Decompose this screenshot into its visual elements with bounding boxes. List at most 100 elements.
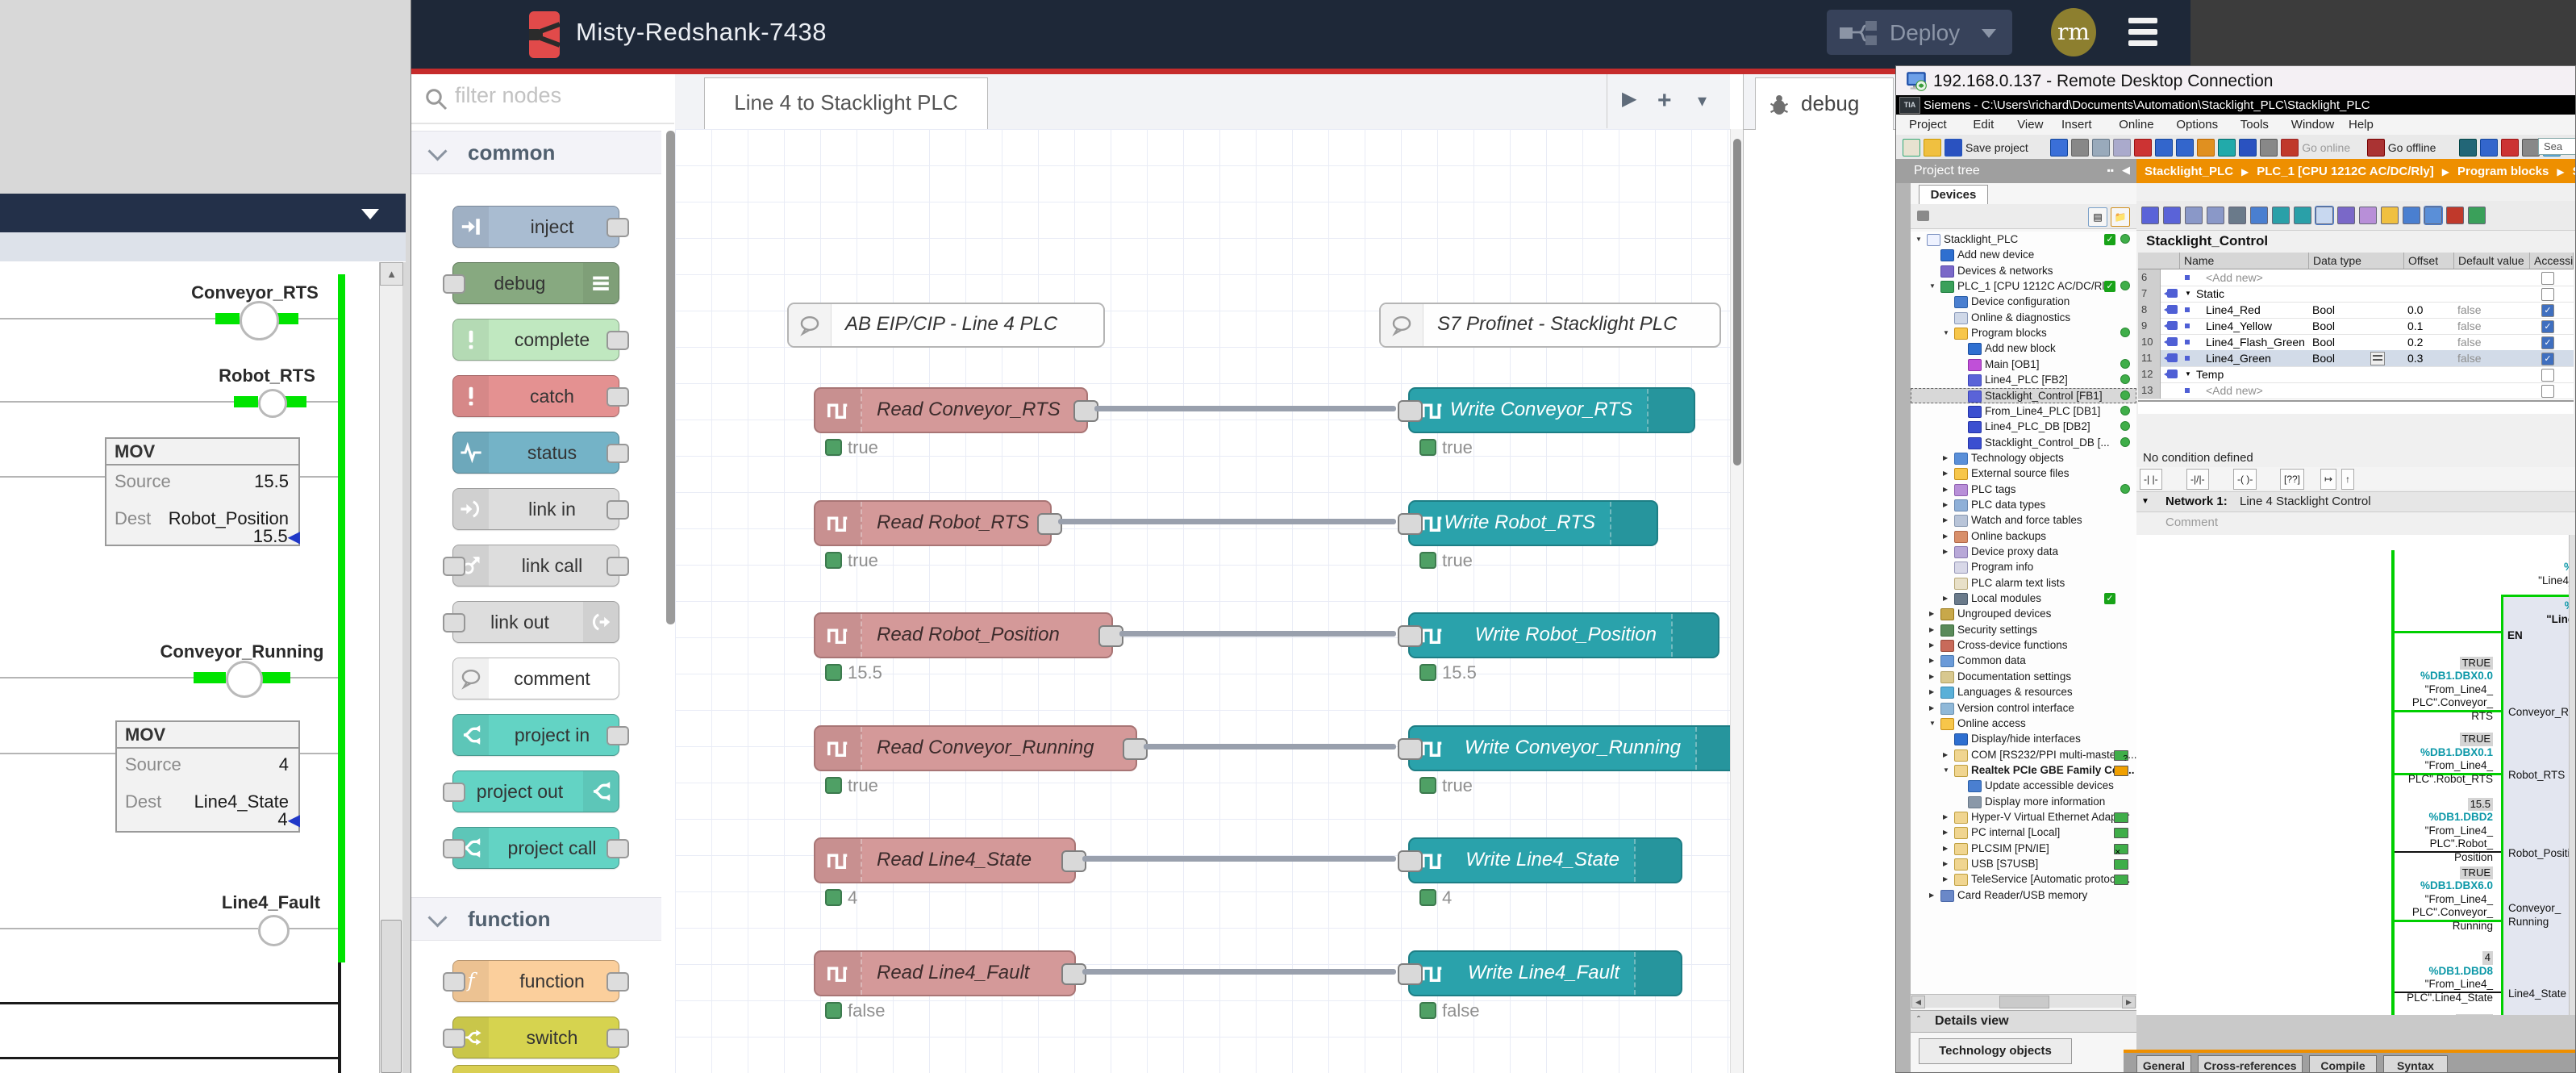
flow-node-write[interactable]: Write Robot_Position <box>1408 612 1719 658</box>
flow-node-write[interactable]: Write Robot_RTS <box>1408 500 1658 546</box>
node-port-left[interactable] <box>443 1029 465 1048</box>
flow-node-read[interactable]: Read Line4_State <box>814 837 1076 883</box>
node-port-left[interactable] <box>443 613 465 633</box>
tree-item[interactable]: Display/hide interfaces <box>1911 731 2136 746</box>
expand-icon[interactable]: ▶ <box>1929 684 1934 699</box>
collapse-panel-icon[interactable]: ◀ <box>2122 164 2130 177</box>
tree-item[interactable]: Online & diagnostics <box>1911 310 2136 325</box>
palette-node-inject[interactable]: inject <box>452 206 619 248</box>
toolbar-icon[interactable] <box>2459 139 2477 157</box>
project-tree-header[interactable]: Project tree ▪▪ ◀ <box>1896 159 2136 183</box>
editor-toolbar-icon[interactable] <box>2468 207 2486 224</box>
tree-item[interactable]: Main [OB1] <box>1911 357 2136 372</box>
breadcrumb-item[interactable]: Stacklight_Co <box>2573 165 2576 178</box>
table-row[interactable]: 13<Add new> <box>2138 382 2574 399</box>
mov-instruction[interactable]: MOVSource15.5DestRobot_Position15.5◀ <box>105 437 300 546</box>
tab-debug[interactable]: debug <box>1755 77 1894 130</box>
accessible-checkbox[interactable]: ✓ <box>2541 320 2554 333</box>
tree-item[interactable]: ▶Documentation settings <box>1911 669 2136 684</box>
breadcrumb-item[interactable]: Program blocks <box>2457 165 2549 178</box>
flow-node-read[interactable]: Read Robot_Position <box>814 612 1113 658</box>
tree-item[interactable]: Devices & networks <box>1911 263 2136 278</box>
menu-online[interactable]: Online <box>2119 118 2153 132</box>
deploy-button[interactable]: Deploy <box>1827 10 2012 55</box>
node-port-left[interactable] <box>443 274 465 294</box>
node-port-in[interactable] <box>1398 738 1423 760</box>
tree-item[interactable]: Program info <box>1911 559 2136 574</box>
toolbar-icon[interactable] <box>2522 139 2540 157</box>
tree-item[interactable]: ▶Languages & resources <box>1911 684 2136 699</box>
editor-toolbar-icon[interactable] <box>2359 207 2377 224</box>
tree-item[interactable]: Add new device <box>1911 247 2136 262</box>
table-row[interactable]: 10Line4_Flash_GreenBool0.2false✓ <box>2138 334 2574 351</box>
tree-item[interactable]: Update accessible devices <box>1911 778 2136 793</box>
ladder-instruction-button[interactable]: -|/|- <box>2186 469 2209 490</box>
tree-item[interactable]: Line4_PLC_DB [DB2] <box>1911 419 2136 434</box>
toolbar-icon[interactable] <box>2480 139 2498 157</box>
editor-toolbar-icon[interactable] <box>2185 207 2203 224</box>
tree-item[interactable]: ▶Technology objects <box>1911 450 2136 466</box>
palette-node-catch[interactable]: catch <box>452 375 619 417</box>
palette-node-comment[interactable]: comment <box>452 658 619 699</box>
flow-node-read[interactable]: Read Conveyor_RTS <box>814 387 1088 433</box>
palette-scroll-thumb[interactable] <box>666 131 675 624</box>
inspector-tab-cross-references[interactable]: Cross-references <box>2198 1055 2303 1073</box>
palette-node-project-call[interactable]: project call <box>452 827 619 869</box>
tree-item[interactable]: ▶Security settings <box>1911 622 2136 637</box>
tree-item[interactable]: ▶PC internal [Local] <box>1911 825 2136 840</box>
tree-item[interactable]: ▶USB [S7USB] <box>1911 856 2136 871</box>
tree-item[interactable]: ▶COM [RS232/PPI multi-master c...? <box>1911 747 2136 762</box>
node-port-right[interactable] <box>606 1029 629 1048</box>
node-port-right[interactable] <box>606 331 629 350</box>
tree-item[interactable]: ▶Hyper-V Virtual Ethernet Adapter <box>1911 809 2136 825</box>
accessible-checkbox[interactable] <box>2541 272 2554 285</box>
expand-icon[interactable]: ▶ <box>1929 669 1934 684</box>
palette-node-status[interactable]: status <box>452 432 619 474</box>
breadcrumb[interactable]: Stacklight_PLC▶PLC_1 [CPU 1212C AC/DC/Rl… <box>2136 159 2576 183</box>
palette-node-complete[interactable]: complete <box>452 319 619 361</box>
node-port-in[interactable] <box>1398 963 1423 985</box>
toolbar-icon[interactable] <box>2239 139 2257 157</box>
collapse-icon[interactable]: ▼ <box>1929 278 1936 294</box>
palette-node-link-in[interactable]: link in <box>452 488 619 530</box>
flow-node-read[interactable]: Read Line4_Fault <box>814 950 1076 996</box>
palette-category-function[interactable]: function <box>411 897 661 941</box>
expand-icon[interactable]: ▶ <box>1943 544 1948 559</box>
node-port-in[interactable] <box>1398 850 1423 872</box>
collapse-icon[interactable]: ▼ <box>1943 325 1949 340</box>
tree-item[interactable]: Display more information <box>1911 794 2136 809</box>
tia-ladder-canvas[interactable]: %DB2"Line4_PLC_DB"%FB2"Line4_PLC"ENENOCo… <box>2136 535 2576 1015</box>
node-port-left[interactable] <box>443 783 465 802</box>
toolbar-icon[interactable] <box>2092 139 2110 157</box>
tree-item[interactable]: ▶Version control interface <box>1911 700 2136 716</box>
tree-item[interactable]: ▶Ungrouped devices <box>1911 606 2136 621</box>
expand-icon[interactable]: ▶ <box>1943 809 1948 825</box>
palette-filter-input[interactable] <box>453 82 658 109</box>
expand-icon[interactable]: ▶ <box>1929 637 1934 653</box>
palette-node-link-out[interactable]: link out <box>452 601 619 643</box>
breadcrumb-item[interactable]: Stacklight_PLC <box>2145 165 2233 178</box>
comment-node[interactable]: AB EIP/CIP - Line 4 PLC <box>787 303 1105 348</box>
tree-item[interactable]: ▶Card Reader/USB memory <box>1911 887 2136 903</box>
tree-item[interactable]: ▶Cross-device functions <box>1911 637 2136 653</box>
breadcrumb-item[interactable]: PLC_1 [CPU 1212C AC/DC/Rly] <box>2257 165 2434 178</box>
tree-item[interactable]: ▶PLC data types <box>1911 497 2136 512</box>
node-port-in[interactable] <box>1398 625 1423 647</box>
palette-node-switch[interactable]: switch <box>452 1017 619 1058</box>
tree-item[interactable]: ▼Online access <box>1911 716 2136 731</box>
tree-item[interactable]: ▶External source files <box>1911 466 2136 481</box>
flow-node-write[interactable]: Write Conveyor_RTS <box>1408 387 1695 433</box>
rdp-titlebar[interactable]: 192.168.0.137 - Remote Desktop Connectio… <box>1896 66 2576 96</box>
node-port-in[interactable] <box>1398 400 1423 422</box>
tree-item[interactable]: ▶Common data <box>1911 653 2136 668</box>
palette-node-project-out[interactable]: project out <box>452 770 619 812</box>
editor-toolbar-icon[interactable] <box>2250 207 2268 224</box>
canvas-scroll-thumb[interactable] <box>1733 139 1741 466</box>
module-tab[interactable]: Technology objects <box>1919 1038 2072 1064</box>
node-port-right[interactable] <box>606 500 629 520</box>
toolbar-icon[interactable] <box>2501 139 2519 157</box>
tree-item[interactable]: Device configuration <box>1911 294 2136 309</box>
fb-call-block[interactable]: %FB2"Line4_PLC"ENENOConveyor_RTSRobot_RT… <box>2501 595 2576 1015</box>
datatype-picker-button[interactable] <box>2370 352 2385 365</box>
editor-toolbar-icon[interactable] <box>2163 207 2181 224</box>
